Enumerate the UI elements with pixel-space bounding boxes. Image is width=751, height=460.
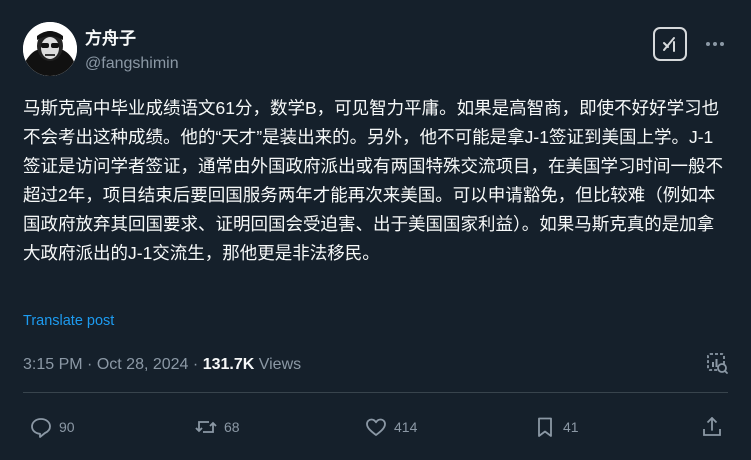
tweet-date[interactable]: Oct 28, 2024 <box>97 356 189 373</box>
analytics-icon <box>707 353 728 374</box>
grok-icon <box>663 37 675 52</box>
tweet-meta: 3:15 PM · Oct 28, 2024 · 131.7K Views <box>23 354 301 376</box>
like-button[interactable]: 414 <box>364 412 417 442</box>
share-icon <box>703 417 721 436</box>
tweet-time[interactable]: 3:15 PM <box>23 356 83 373</box>
avatar[interactable] <box>23 22 77 76</box>
more-options-button[interactable] <box>703 32 727 56</box>
bookmark-icon <box>538 417 552 437</box>
divider <box>23 392 728 393</box>
repost-count: 68 <box>224 419 240 435</box>
like-icon <box>366 418 386 436</box>
grok-button[interactable] <box>653 27 687 61</box>
reply-count: 90 <box>59 419 75 435</box>
translate-post-link[interactable]: Translate post <box>23 313 114 329</box>
reply-icon <box>31 418 51 438</box>
like-count: 414 <box>394 419 418 435</box>
tweet-header: 方舟子 @fangshimin <box>23 22 731 78</box>
tweet-text: 马斯克高中毕业成绩语文61分，数学B，可见智力平庸。如果是高智商，即使不好好学习… <box>23 98 723 263</box>
repost-button[interactable]: 68 <box>194 412 240 442</box>
author-names: 方舟子 @fangshimin <box>85 28 179 75</box>
views-count: 131.7K <box>202 356 255 373</box>
meta-separator: · <box>87 356 93 373</box>
reply-button[interactable]: 90 <box>29 412 75 442</box>
share-button[interactable] <box>700 412 724 442</box>
author-handle[interactable]: @fangshimin <box>85 53 179 75</box>
action-bar: 90 68 414 41 <box>0 412 751 442</box>
bookmark-count: 41 <box>563 419 579 435</box>
analytics-button[interactable] <box>705 351 729 375</box>
author-display-name[interactable]: 方舟子 <box>85 28 179 50</box>
repost-icon <box>195 421 217 433</box>
meta-separator: · <box>192 356 199 373</box>
more-icon <box>706 42 724 46</box>
bookmark-button[interactable]: 41 <box>533 412 579 442</box>
views-label: Views <box>258 356 302 373</box>
